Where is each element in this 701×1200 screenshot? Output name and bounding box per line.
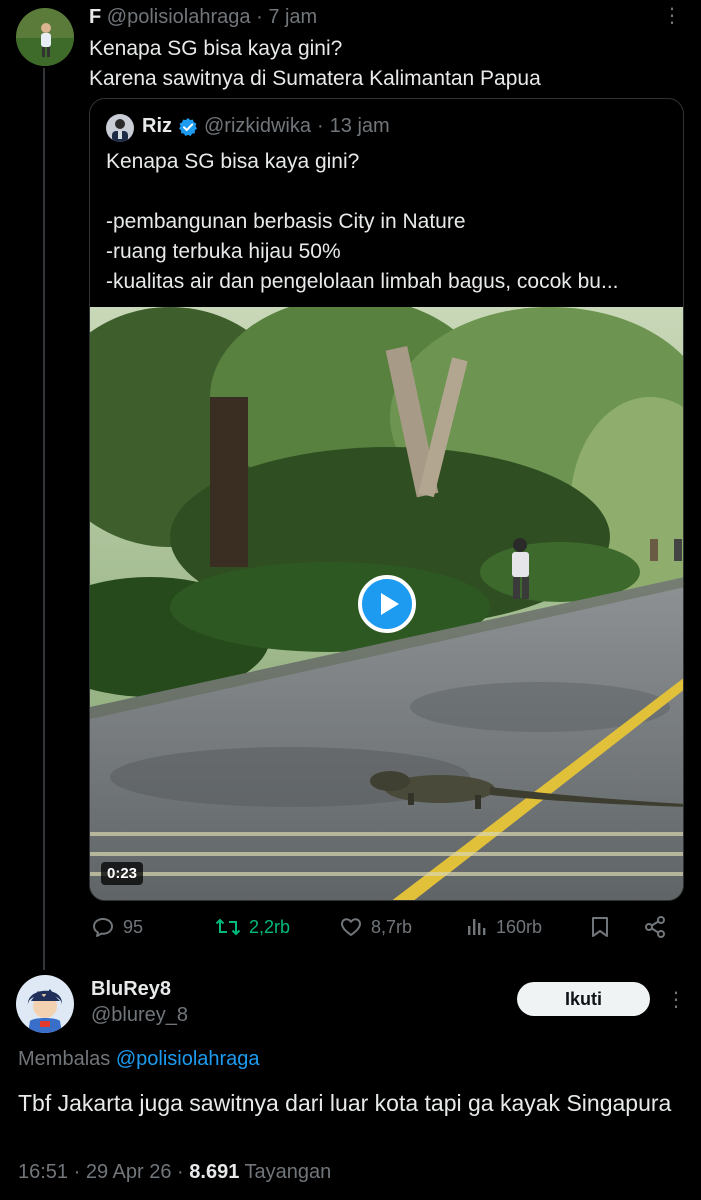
handle[interactable]: @rizkidwika — [204, 115, 311, 138]
verified-badge-icon — [178, 117, 198, 137]
timestamp[interactable]: 13 jam — [330, 115, 390, 138]
display-name[interactable]: BluRey8 — [91, 978, 171, 1001]
separator: · — [256, 6, 263, 28]
bookmark-icon — [592, 917, 608, 937]
views-chart-icon — [468, 919, 486, 935]
views-total: 8.691 — [189, 1161, 240, 1183]
tweet-header: F @polisiolahraga · 7 jam — [89, 6, 317, 29]
avatar[interactable] — [16, 8, 74, 66]
handle[interactable]: @blurey_8 — [91, 1004, 188, 1027]
play-button[interactable] — [358, 575, 416, 633]
views-count: 160rb — [496, 916, 543, 937]
views-label: Tayangan — [244, 1161, 332, 1183]
replying-to: Membalas @polisiolahraga — [18, 1048, 260, 1071]
tweet-metadata: 16:51 · 29 Apr 26 · 8.691 Tayangan — [18, 1161, 331, 1184]
tweet-time[interactable]: 16:51 — [18, 1161, 68, 1183]
tweet-text: Kenapa SG bisa kaya gini? Karena sawitny… — [89, 34, 541, 94]
retweet-icon — [215, 918, 241, 936]
like-count: 8,7rb — [371, 916, 413, 937]
video-player[interactable]: 0:23 — [90, 307, 683, 900]
display-name[interactable]: F — [89, 6, 101, 28]
video-duration-badge: 0:23 — [101, 862, 144, 885]
reply-count: 95 — [123, 916, 144, 937]
play-icon — [380, 593, 399, 615]
reply-text: Tbf Jakarta juga sawitnya dari luar kota… — [18, 1090, 672, 1116]
replying-prefix: Membalas — [18, 1048, 111, 1070]
separator: · — [177, 1161, 184, 1183]
quoted-tweet-card[interactable]: Riz @rizkidwika · 13 jam Kenapa SG bisa … — [89, 98, 684, 901]
like-button[interactable]: 8,7rb — [339, 915, 412, 939]
share-button[interactable] — [643, 915, 667, 939]
tweet-header: Riz @rizkidwika · 13 jam — [142, 115, 390, 138]
more-vertical-icon[interactable]: ⋮ — [666, 990, 686, 1010]
bookmark-button[interactable] — [589, 915, 611, 939]
reply-button[interactable]: 95 — [91, 915, 143, 939]
avatar[interactable] — [106, 114, 134, 142]
timestamp[interactable]: 7 jam — [268, 6, 317, 28]
handle[interactable]: @polisiolahraga — [107, 6, 251, 28]
tweet-action-bar: 95 2,2rb 8,7rb 160rb — [89, 915, 679, 945]
display-name[interactable]: Riz — [142, 115, 172, 138]
heart-icon — [341, 918, 361, 936]
quoted-tweet-text: Kenapa SG bisa kaya gini? -pembangunan b… — [106, 150, 619, 293]
retweet-count: 2,2rb — [249, 916, 291, 937]
separator: · — [316, 115, 324, 137]
tweet-text-line: Kenapa SG bisa kaya gini? — [89, 37, 343, 60]
avatar[interactable] — [16, 975, 74, 1033]
retweet-button[interactable]: 2,2rb — [215, 915, 290, 939]
tweet-date[interactable]: 29 Apr 26 — [86, 1161, 172, 1183]
thread-connector-line — [43, 68, 45, 970]
follow-button[interactable]: Ikuti — [517, 982, 650, 1016]
more-vertical-icon[interactable]: ⋮ — [662, 6, 682, 26]
views-button[interactable]: 160rb — [464, 915, 542, 939]
reply-icon — [93, 918, 113, 937]
mention-link[interactable]: @polisiolahraga — [116, 1048, 260, 1070]
separator: · — [73, 1161, 81, 1183]
share-icon — [645, 916, 665, 938]
tweet-text-line: Karena sawitnya di Sumatera Kalimantan P… — [89, 67, 541, 90]
